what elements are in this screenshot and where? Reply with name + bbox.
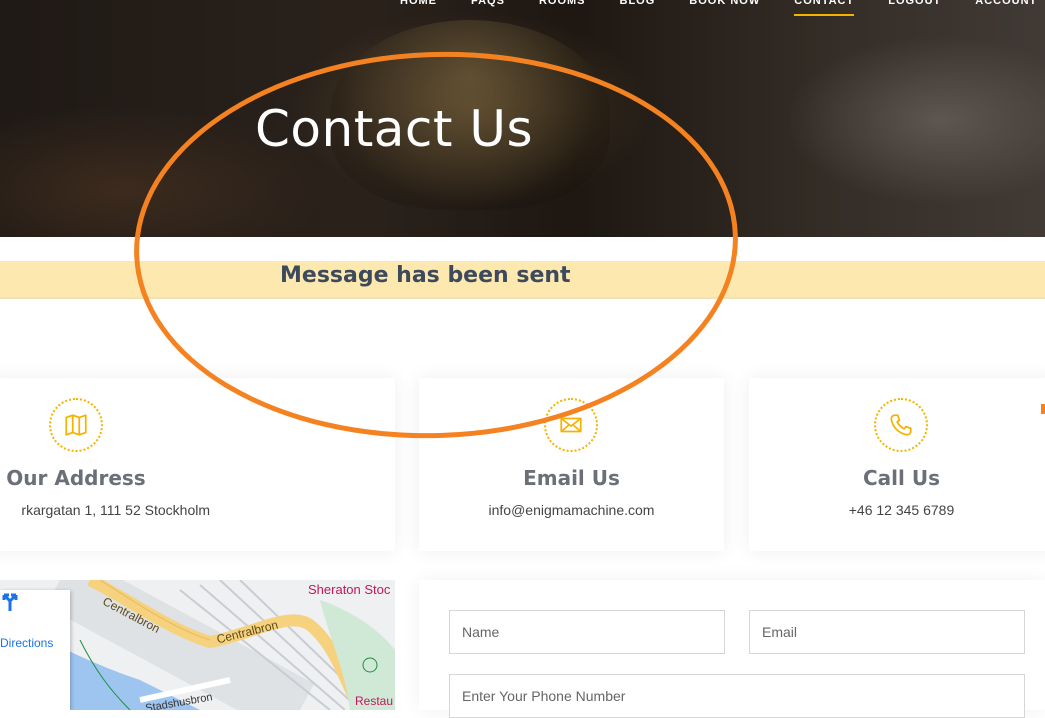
directions-button[interactable]: Directions [0,590,70,710]
nav-account[interactable]: ACCOUNT [975,0,1037,8]
email-title: Email Us [523,466,620,490]
nav-rooms[interactable]: ROOMS [539,0,586,8]
contact-form [419,580,1045,718]
success-alert: Message has been sent [0,261,1045,299]
call-card: Call Us +46 12 345 6789 [749,378,1045,551]
nav-book-now[interactable]: BOOK NOW [689,0,760,8]
directions-label: Directions [0,636,54,650]
nav-home[interactable]: HOME [400,0,437,8]
call-detail[interactable]: +46 12 345 6789 [749,502,1045,518]
map-label-sheraton: Sheraton Stoc [308,582,391,597]
map-icon [49,398,103,452]
hero-banner: HOME FAQS ROOMS BLOG BOOK NOW CONTACT LO… [0,0,1045,237]
nav-contact[interactable]: CONTACT [794,0,855,16]
nav-faqs[interactable]: FAQS [471,0,505,8]
call-title: Call Us [863,466,940,490]
map-label-restaurant: Restau [355,694,394,708]
address-card: Our Address rkargatan 1, 111 52 Stockhol… [0,378,395,551]
email-field[interactable] [749,610,1025,654]
alert-message: Message has been sent [280,263,571,288]
envelope-icon [544,398,598,452]
location-map[interactable]: Directions Sheraton Stoc Centralbron Cen… [0,580,395,710]
email-card: Email Us info@enigmamachine.com [419,378,724,551]
email-detail[interactable]: info@enigmamachine.com [419,502,724,518]
main-nav: HOME FAQS ROOMS BLOG BOOK NOW CONTACT LO… [400,0,1045,16]
page-title: Contact Us [255,100,534,158]
name-field[interactable] [449,610,725,654]
phone-icon [874,398,928,452]
address-detail: rkargatan 1, 111 52 Stockholm [21,502,210,518]
nav-logout[interactable]: LOGOUT [888,0,941,8]
address-title: Our Address [6,466,146,490]
directions-icon [2,593,18,611]
annotation-mark [1041,404,1045,414]
nav-blog[interactable]: BLOG [620,0,656,8]
phone-field[interactable] [449,674,1025,718]
